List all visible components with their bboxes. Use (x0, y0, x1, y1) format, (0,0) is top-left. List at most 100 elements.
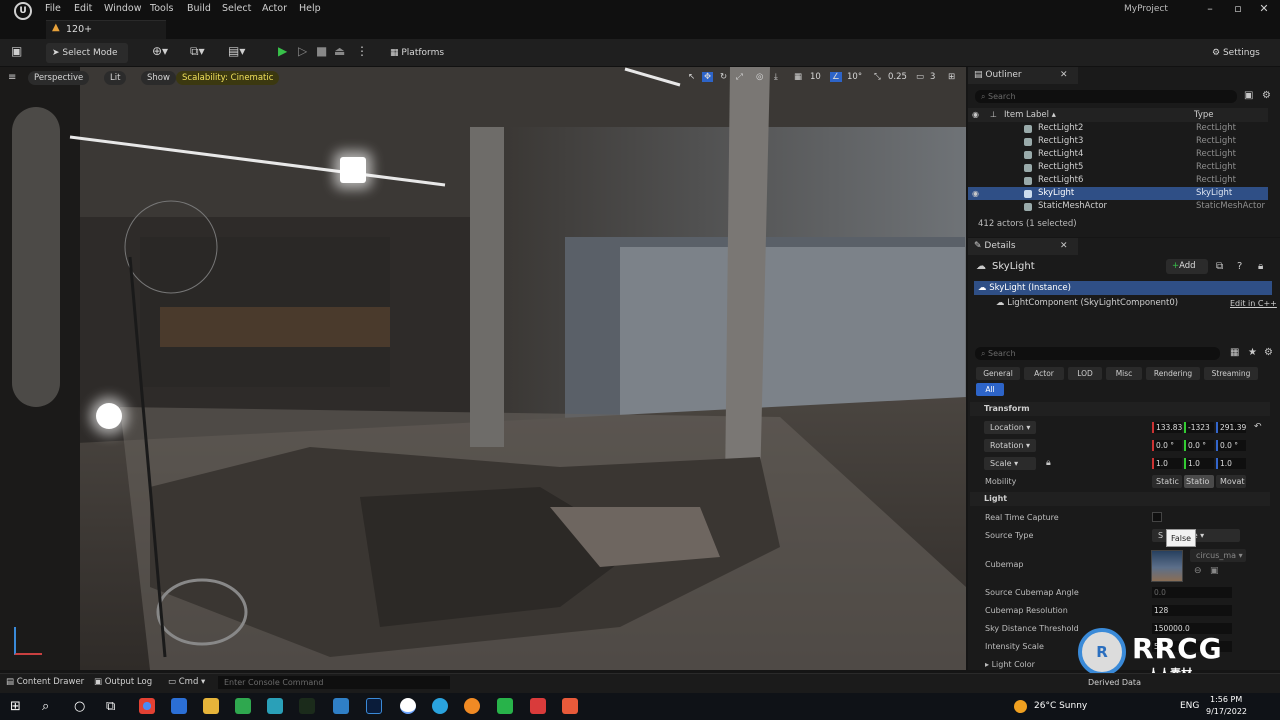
app-icon[interactable] (530, 698, 546, 714)
location-dropdown[interactable]: Location ▾ (984, 421, 1036, 434)
menu-tools[interactable]: Tools (150, 3, 173, 14)
outliner-row[interactable]: RectLight6 RectLight (968, 174, 1268, 187)
rotation-y-input[interactable]: 0.0 ° (1184, 440, 1214, 451)
outliner-row[interactable]: StaticMeshActor StaticMeshActor (968, 200, 1268, 213)
camera-speed-icon[interactable]: ▭ (916, 72, 924, 82)
light-section[interactable]: Light (970, 492, 1270, 506)
stop-icon[interactable]: ■ (316, 44, 327, 58)
cinematics-icon[interactable]: ▤▾ (228, 44, 245, 58)
platforms-button[interactable]: ▦ Platforms ▾ (384, 43, 454, 78)
instance-row[interactable]: ☁ SkyLight (Instance) (974, 281, 1272, 295)
menu-help[interactable]: Help (299, 3, 321, 14)
add-component-button[interactable]: +Add (1166, 259, 1208, 274)
light-color-row[interactable]: ▸ Light Color (985, 660, 1035, 669)
cubemap-resolution-input[interactable]: 128 (1152, 605, 1232, 616)
minimize-icon[interactable]: – (1202, 2, 1218, 15)
scalability-badge[interactable]: Scalability: Cinematic (176, 71, 280, 85)
outliner-row[interactable]: RectLight4 RectLight (968, 148, 1268, 161)
save-icon[interactable]: ▣ (11, 44, 22, 58)
viewport-menu-icon[interactable]: ≡ (8, 72, 16, 83)
translate-tool-icon[interactable]: ✥ (702, 72, 714, 82)
outliner-row[interactable]: RectLight3 RectLight (968, 135, 1268, 148)
cubemap-thumbnail[interactable] (1151, 550, 1183, 582)
rotation-snap-icon[interactable]: ∠ (830, 72, 842, 82)
rotation-dropdown[interactable]: Rotation ▾ (984, 439, 1036, 452)
filter-actor[interactable]: Actor (1024, 367, 1064, 380)
outliner-row[interactable]: RectLight2 RectLight (968, 122, 1268, 135)
cortana-icon[interactable]: ○ (74, 699, 85, 714)
filter-general[interactable]: General (976, 367, 1020, 380)
filter-rendering[interactable]: Rendering (1146, 367, 1200, 380)
rotation-z-input[interactable]: 0.0 ° (1216, 440, 1246, 451)
menu-select[interactable]: Select (222, 3, 251, 14)
unreal-engine-icon[interactable] (400, 698, 416, 714)
help-icon[interactable]: ? (1237, 261, 1242, 272)
eject-icon[interactable]: ⏏ (334, 44, 345, 58)
outliner-search-input[interactable]: ⌕ Search (975, 90, 1237, 103)
camera-speed-value[interactable]: 3 (930, 72, 935, 82)
filter-misc[interactable]: Misc (1106, 367, 1142, 380)
transform-section[interactable]: Transform (970, 402, 1270, 416)
scale-x-input[interactable]: 1.0 (1152, 458, 1182, 469)
derived-data-label[interactable]: Derived Data (1088, 678, 1141, 687)
app-icon[interactable] (497, 698, 513, 714)
lock-icon[interactable]: 🔒︎ (1046, 458, 1051, 468)
language-indicator[interactable]: ENG (1180, 701, 1199, 711)
pin-icon[interactable]: ⊥ (990, 110, 997, 119)
menu-file[interactable]: File (45, 3, 61, 14)
edit-in-cpp-link[interactable]: Edit in C++ (1230, 299, 1277, 308)
sky-light-sprite-icon[interactable] (96, 403, 122, 429)
location-z-input[interactable]: 291.39 (1216, 422, 1246, 433)
mobility-stationary[interactable]: Statio (1184, 475, 1214, 488)
details-close-icon[interactable]: ✕ (1060, 241, 1068, 251)
world-space-icon[interactable]: ◎ (756, 72, 763, 82)
filter-streaming[interactable]: Streaming (1204, 367, 1258, 380)
location-x-input[interactable]: 133.83 (1152, 422, 1182, 433)
maximize-icon[interactable]: ▫ (1230, 2, 1246, 15)
outliner-row-selected[interactable]: ◉ SkyLight SkyLight (968, 187, 1268, 200)
grid-snap-icon[interactable]: ▦ (794, 72, 802, 82)
output-log-button[interactable]: ▣ Output Log (94, 677, 152, 687)
chrome-icon[interactable] (139, 698, 155, 714)
grid-view-icon[interactable]: ▦ (1230, 347, 1239, 358)
app-icon[interactable] (267, 698, 283, 714)
scale-z-input[interactable]: 1.0 (1216, 458, 1246, 469)
select-tool-icon[interactable]: ↖ (688, 72, 695, 82)
perspective-button[interactable]: Perspective (28, 71, 90, 85)
filter-lod[interactable]: LOD (1068, 367, 1102, 380)
select-mode-button[interactable]: ➤ Select Mode ▾ (46, 43, 128, 78)
cmd-dropdown[interactable]: ▭ Cmd ▾ (168, 677, 205, 687)
location-y-input[interactable]: -1323 (1184, 422, 1214, 433)
blueprint-icon[interactable]: ⧉ (1216, 261, 1223, 272)
star-icon[interactable]: ★ (1248, 347, 1257, 358)
file-explorer-icon[interactable] (203, 698, 219, 714)
menu-edit[interactable]: Edit (74, 3, 92, 14)
app-icon[interactable] (464, 698, 480, 714)
search-icon[interactable]: ⌕ (42, 699, 49, 714)
rect-light-sprite-icon[interactable] (340, 157, 366, 183)
blueprint-icon[interactable]: ⧉▾ (190, 44, 205, 59)
filter-all[interactable]: All (976, 383, 1004, 396)
surface-snap-icon[interactable]: ⤓ (774, 72, 778, 82)
photoshop-icon[interactable] (366, 698, 382, 714)
lit-button[interactable]: Lit (104, 71, 127, 85)
outliner-close-icon[interactable]: ✕ (1060, 70, 1068, 80)
mobility-movable[interactable]: Movat (1216, 475, 1246, 488)
browse-icon[interactable]: ▣ (1210, 566, 1219, 576)
clock-time[interactable]: 1:56 PM (1210, 695, 1242, 704)
app-icon[interactable] (562, 698, 578, 714)
grid-snap-value[interactable]: 10 (810, 72, 821, 82)
add-folder-icon[interactable]: ▣ (1244, 90, 1253, 101)
app-icon[interactable] (299, 698, 315, 714)
level-viewport[interactable] (0, 67, 966, 670)
actor-name[interactable]: SkyLight (992, 261, 1035, 272)
outliner-row[interactable]: RectLight5 RectLight (968, 161, 1268, 174)
scale-snap-icon[interactable]: ⤡ (874, 72, 881, 82)
app-icon[interactable] (235, 698, 251, 714)
windows-start-icon[interactable]: ⊞ (10, 699, 21, 714)
task-view-icon[interactable]: ⧉ (106, 699, 115, 714)
scale-snap-value[interactable]: 0.25 (888, 72, 907, 82)
unreal-logo-icon[interactable]: U (14, 2, 32, 20)
rotation-snap-value[interactable]: 10° (847, 72, 862, 82)
maximize-viewport-icon[interactable]: ⊞ (948, 72, 955, 82)
